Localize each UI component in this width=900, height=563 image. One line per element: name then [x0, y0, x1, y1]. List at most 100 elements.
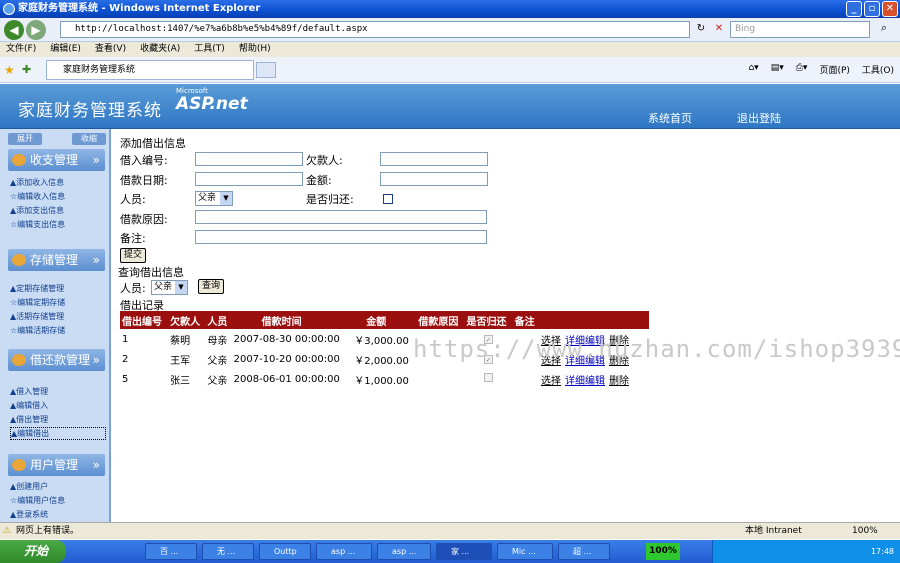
cell-remark — [513, 369, 539, 389]
taskbar-item[interactable]: 百 ... — [145, 543, 197, 560]
sidebar-item-edit-income[interactable]: ☆编辑收入信息 — [10, 191, 65, 202]
cell-returned — [465, 369, 513, 389]
sidebar-item-edit-fixed[interactable]: ☆编辑定期存储 — [10, 297, 65, 308]
id-input[interactable] — [195, 152, 303, 166]
amount-input[interactable] — [380, 172, 488, 186]
person-select[interactable]: 父亲 ▼ — [195, 191, 233, 206]
taskbar-item[interactable]: Mic ... — [497, 543, 553, 560]
add-favorite-icon[interactable]: ✚ — [22, 63, 31, 76]
chevron-right-icon: » — [92, 353, 100, 367]
cell-debtor: 蔡明 — [170, 335, 191, 347]
taskbar-item-active[interactable]: 家 ... — [436, 543, 492, 560]
nav-logout-link[interactable]: 退出登陆 — [737, 110, 781, 126]
collapse-button[interactable]: 收缩 — [72, 133, 106, 145]
cell-person: 母亲 — [207, 335, 228, 347]
section-title: 收支管理 — [30, 153, 79, 167]
sidebar-item-create-user[interactable]: ▲创建用户 — [10, 481, 48, 492]
returned-label: 是否归还: — [306, 193, 354, 206]
taskbar-item[interactable]: 超 ... — [558, 543, 610, 560]
sidebar-item-current-deposit[interactable]: ▲活期存储管理 — [10, 311, 64, 322]
sidebar-item-fixed-deposit[interactable]: ▲定期存储管理 — [10, 283, 64, 294]
new-tab-button[interactable] — [256, 62, 276, 78]
menu-file[interactable]: 文件(F) — [6, 42, 36, 57]
taskbar: 开始 百 ... 无 ... Outtp asp ... asp ... 家 .… — [0, 540, 900, 563]
asp-brand: ASP.net — [176, 94, 248, 114]
clock[interactable]: 17:48 — [871, 547, 894, 556]
sidebar-item-edit-lend[interactable]: ▲编辑借出 — [10, 427, 106, 440]
nav-home-link[interactable]: 系统首页 — [648, 110, 692, 126]
back-icon[interactable]: ◀ — [4, 20, 24, 40]
submit-button[interactable]: 提交 — [120, 248, 146, 263]
taskbar-item[interactable]: Outtp — [259, 543, 311, 560]
chevron-right-icon: » — [92, 458, 100, 472]
returned-checkbox[interactable] — [383, 194, 393, 204]
favorites-star-icon[interactable]: ★ — [4, 63, 15, 77]
menu-help[interactable]: 帮助(H) — [239, 42, 271, 57]
taskbar-item[interactable]: asp ... — [316, 543, 372, 560]
sidebar-item-edit-borrow[interactable]: ▲编辑借入 — [10, 400, 48, 411]
site-title: 家庭财务管理系统 — [18, 101, 162, 121]
sidebar-item-lend[interactable]: ▲借出管理 — [10, 414, 48, 425]
returned-checkbox-readonly — [484, 373, 494, 382]
sidebar-item-add-expense[interactable]: ▲添加支出信息 — [10, 205, 64, 216]
start-button[interactable]: 开始 — [0, 540, 66, 563]
menu-edit[interactable]: 编辑(E) — [50, 42, 81, 57]
col-reason: 借款原因 — [416, 311, 465, 329]
forward-icon[interactable]: ▶ — [26, 20, 46, 40]
section-income-expense[interactable]: 收支管理 » — [8, 149, 105, 171]
tools-menu[interactable]: 工具(O) — [862, 63, 894, 76]
section-savings[interactable]: 存储管理 » — [8, 249, 105, 271]
cell-id: 5 — [122, 373, 129, 385]
menu-tools[interactable]: 工具(T) — [194, 42, 225, 57]
address-input[interactable]: http://localhost:1407/%e7%a6b8b%e5%b4%89… — [60, 21, 690, 38]
tab-current[interactable]: 家庭财务管理系统 — [46, 60, 254, 80]
sidebar-item-edit-current[interactable]: ☆编辑活期存储 — [10, 325, 65, 336]
edit-link[interactable]: 详细编辑 — [565, 376, 605, 387]
query-person-value: 父亲 — [154, 282, 173, 292]
table-header-row: 借出编号 欠款人 人员 借款时间 金额 借款原因 是否归还 备注 — [120, 311, 649, 329]
remark-input[interactable] — [195, 230, 487, 244]
col-returned: 是否归还 — [464, 311, 513, 329]
warning-icon[interactable]: ⚠ — [3, 523, 11, 540]
sidebar-item-edit-user[interactable]: ☆编辑用户信息 — [10, 495, 65, 506]
ie-icon — [3, 3, 15, 15]
sidebar-item-add-income[interactable]: ▲添加收入信息 — [10, 177, 64, 188]
close-button[interactable]: ✕ — [882, 1, 898, 17]
delete-link[interactable]: 删除 — [609, 376, 629, 387]
status-text[interactable]: 网页上有错误。 — [16, 523, 79, 540]
home-icon[interactable]: ⌂▾ — [748, 63, 758, 76]
refresh-icon[interactable]: ↻ — [694, 22, 708, 36]
stop-icon[interactable]: ✕ — [712, 22, 726, 36]
feeds-icon[interactable]: ▤▾ — [771, 63, 784, 76]
search-input[interactable]: Bing — [730, 21, 870, 38]
date-input[interactable] — [195, 172, 303, 186]
reason-label: 借款原因: — [120, 213, 168, 226]
query-person-select[interactable]: 父亲 ▼ — [151, 280, 188, 295]
debtor-input[interactable] — [380, 152, 488, 166]
page-menu[interactable]: 页面(P) — [819, 63, 849, 76]
menu-view[interactable]: 查看(V) — [95, 42, 126, 57]
section-loans[interactable]: 借还款管理 » — [8, 349, 105, 371]
section-users[interactable]: 用户管理 » — [8, 454, 105, 476]
zoom-level[interactable]: 100% — [852, 523, 878, 540]
expand-button[interactable]: 展开 — [8, 133, 42, 145]
col-remark: 备注 — [512, 311, 539, 329]
query-button[interactable]: 查询 — [198, 279, 224, 294]
taskbar-item[interactable]: asp ... — [377, 543, 431, 560]
menu-favorites[interactable]: 收藏夹(A) — [140, 42, 180, 57]
select-link[interactable]: 选择 — [541, 376, 561, 387]
print-icon[interactable]: ⎙▾ — [796, 63, 808, 76]
sidebar: 展开 收缩 收支管理 » ▲添加收入信息 ☆编辑收入信息 ▲添加支出信息 ☆编辑… — [0, 129, 111, 522]
search-icon[interactable]: ⌕ — [873, 21, 895, 38]
sidebar-item-borrow[interactable]: ▲借入管理 — [10, 386, 48, 397]
col-debtor: 欠款人 — [168, 311, 206, 329]
taskbar-item[interactable]: 无 ... — [202, 543, 254, 560]
sidebar-item-edit-expense[interactable]: ☆编辑支出信息 — [10, 219, 65, 230]
sidebar-item-login[interactable]: ▲登录系统 — [10, 509, 48, 520]
cell-amount: ￥2,000.00 — [354, 355, 409, 367]
browser-window: 家庭财务管理系统 - Windows Internet Explorer _ ▫… — [0, 0, 900, 563]
chevron-down-icon: ▼ — [175, 281, 187, 294]
maximize-button[interactable]: ▫ — [864, 1, 880, 17]
reason-input[interactable] — [195, 210, 487, 224]
minimize-button[interactable]: _ — [846, 1, 862, 17]
